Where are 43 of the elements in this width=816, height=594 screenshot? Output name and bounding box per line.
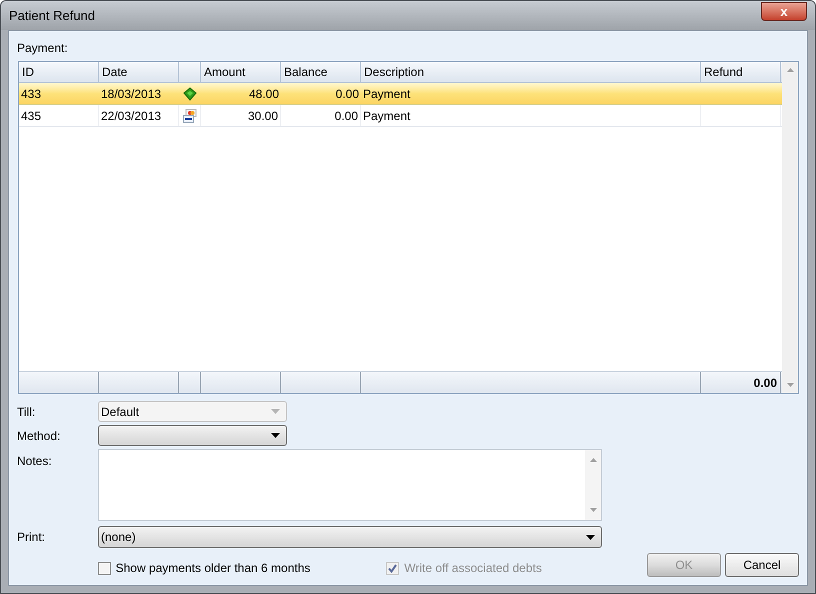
refund-total: 0.00 <box>754 374 777 392</box>
notes-label: Notes: <box>17 453 53 470</box>
till-label: Till: <box>17 404 36 420</box>
dialog-button[interactable]: Cancel <box>725 553 799 577</box>
notes-field[interactable] <box>98 449 602 521</box>
scroll-down-icon[interactable] <box>786 383 794 387</box>
table-cell-text: Payment <box>363 108 410 124</box>
table-row[interactable]: 435 22/03/2013 30.00 0.00 Payment <box>19 105 782 127</box>
table-cell-text: 435 <box>21 108 42 124</box>
scrollbar[interactable] <box>782 62 798 393</box>
scroll-down-icon[interactable] <box>590 508 596 512</box>
table-cell-text: 0.00 <box>334 108 358 124</box>
table-row[interactable]: 433 18/03/2013 48.00 0.00 Payment <box>19 83 782 105</box>
cash-icon <box>182 86 198 100</box>
method-dropdown[interactable] <box>98 425 287 446</box>
column-header[interactable]: Amount <box>201 62 281 82</box>
column-header[interactable]: Description <box>361 62 701 82</box>
window-title: Patient Refund <box>9 6 96 25</box>
column-header[interactable]: Balance <box>281 62 361 82</box>
payment-label: Payment: <box>17 40 69 57</box>
checkbox[interactable] <box>98 562 111 574</box>
credit-card-icon <box>182 108 196 122</box>
table-cell-text: Payment <box>363 86 410 102</box>
column-header[interactable]: Date <box>99 62 179 82</box>
column-header[interactable]: ID <box>19 62 99 82</box>
checkbox-label: Show payments older than 6 months <box>116 560 310 577</box>
dropdown-arrow-icon <box>586 534 595 540</box>
column-header[interactable]: Refund <box>701 62 781 82</box>
table-cell-text: 22/03/2013 <box>101 108 162 124</box>
table-cell-text: 48.00 <box>248 86 279 102</box>
print-dropdown[interactable]: (none) <box>98 526 602 548</box>
dropdown-arrow-icon <box>271 433 280 438</box>
table-cell-text: 0.00 <box>336 86 359 102</box>
scroll-up-icon[interactable] <box>786 68 794 72</box>
scrollbar[interactable] <box>585 450 601 520</box>
table-cell-text: 30.00 <box>248 108 278 124</box>
dropdown-arrow-icon <box>271 409 280 414</box>
table-cell-text: 18/03/2013 <box>101 86 162 102</box>
checkbox-label: Write off associated debts <box>404 560 542 577</box>
table-cell-text: 433 <box>21 86 42 102</box>
print-label: Print: <box>17 529 46 546</box>
method-label: Method: <box>17 428 62 444</box>
scroll-up-icon[interactable] <box>590 458 596 462</box>
